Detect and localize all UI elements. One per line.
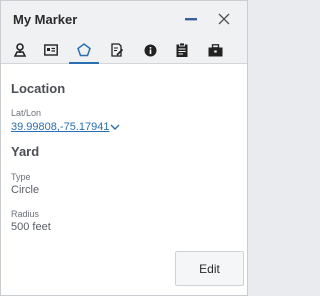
- close-icon: [218, 13, 230, 25]
- clipboard-icon: [176, 43, 188, 57]
- info-icon: [144, 44, 156, 56]
- tab-details[interactable]: [36, 37, 66, 63]
- marker-panel: My Marker Location Lat/Lon 39.99808,-75.…: [0, 0, 248, 296]
- location-pin-icon: [13, 43, 27, 57]
- tab-shape[interactable]: [69, 37, 99, 64]
- tab-info[interactable]: [135, 37, 165, 63]
- id-card-icon: [44, 44, 58, 56]
- minimize-icon: [185, 18, 197, 21]
- latlon-value: 39.99808,-75.17941: [11, 121, 110, 133]
- latlon-link[interactable]: 39.99808,-75.17941: [11, 121, 120, 133]
- close-button[interactable]: [215, 10, 233, 28]
- latlon-label: Lat/Lon: [11, 108, 42, 118]
- type-value: Circle: [11, 184, 40, 196]
- briefcase-icon: [208, 43, 222, 56]
- chevron-down-icon: [110, 124, 120, 130]
- tab-bar: [1, 37, 247, 64]
- radius-label: Radius: [11, 209, 40, 219]
- edit-button[interactable]: Edit: [175, 251, 244, 286]
- panel-header: My Marker: [1, 1, 247, 37]
- edit-document-icon: [111, 43, 124, 57]
- tab-clipboard[interactable]: [167, 37, 197, 63]
- tab-notes[interactable]: [102, 37, 132, 63]
- section-heading-location: Location: [11, 81, 66, 96]
- radius-value: 500 feet: [11, 221, 51, 233]
- section-heading-yard: Yard: [11, 144, 40, 159]
- tab-briefcase[interactable]: [200, 37, 230, 63]
- tab-location[interactable]: [5, 37, 35, 63]
- panel-title: My Marker: [13, 12, 78, 27]
- minimize-button[interactable]: [182, 10, 200, 28]
- type-label: Type: [11, 172, 31, 182]
- pentagon-shape-icon: [77, 43, 91, 57]
